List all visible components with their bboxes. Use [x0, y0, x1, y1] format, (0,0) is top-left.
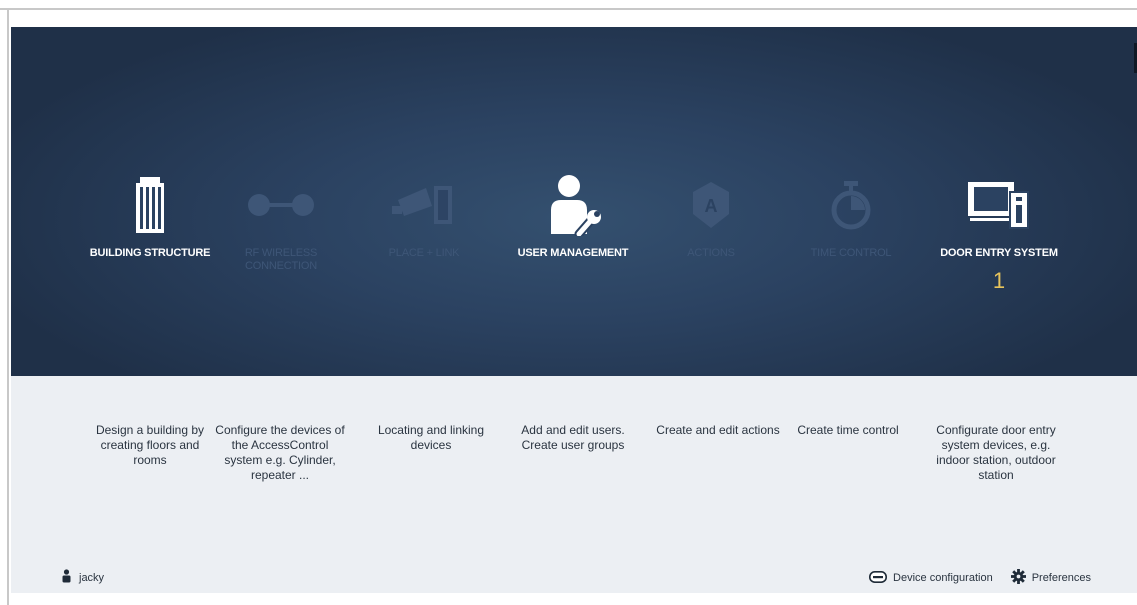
window-top-border	[0, 8, 1137, 10]
tile-door-entry-system[interactable]: DOOR ENTRY SYSTEM 1	[929, 175, 1069, 325]
description-user-management: Add and edit users. Create user groups	[521, 423, 625, 452]
tile-label: ACTIONS	[687, 247, 735, 259]
current-user[interactable]: jacky	[62, 569, 104, 586]
gear-icon	[1010, 569, 1026, 587]
description-actions: Create and edit actions	[656, 423, 780, 437]
user-icon	[62, 569, 71, 586]
building-icon	[110, 175, 190, 235]
tile-label: PLACE + LINK	[388, 247, 460, 259]
username: jacky	[79, 571, 105, 584]
module-panel: BUILDING STRUCTURE RF WIRELESS CONNECTIO…	[11, 27, 1137, 376]
device-configuration-label: Device configuration	[893, 572, 993, 584]
notification-badge: 1	[992, 268, 1006, 293]
description-door-entry-system: Configurate door entry system devices, e…	[936, 423, 1056, 482]
description-building-structure: Design a building by creating floors and…	[95, 423, 205, 467]
user-management-icon	[533, 175, 613, 236]
actions-icon: A	[671, 175, 751, 235]
rf-connection-icon	[241, 175, 321, 235]
footer-actions: Device configuration Preferences	[869, 569, 1091, 587]
window-left-border	[7, 8, 9, 605]
tile-label: BUILDING STRUCTURE	[89, 247, 211, 259]
tile-building-structure[interactable]: BUILDING STRUCTURE	[80, 175, 220, 325]
device-configuration-button[interactable]: Device configuration	[869, 570, 993, 586]
description-time-control: Create time control	[797, 423, 899, 437]
device-icon	[869, 570, 888, 586]
tile-actions: A ACTIONS	[641, 175, 781, 325]
tile-label: USER MANAGEMENT	[517, 247, 629, 259]
preferences-button[interactable]: Preferences	[1010, 569, 1091, 587]
tile-label: TIME CONTROL	[810, 247, 892, 259]
tile-label: RF WIRELESS CONNECTION	[244, 247, 318, 272]
description-place-link: Locating and linking devices	[377, 423, 485, 452]
preferences-label: Preferences	[1031, 572, 1091, 584]
stopwatch-icon	[811, 175, 891, 235]
tile-place-link: PLACE + LINK	[354, 175, 494, 325]
svg-text:A: A	[705, 196, 718, 216]
door-entry-icon	[959, 175, 1039, 235]
description-rf-wireless-connection: Configure the devices of the AccessContr…	[215, 423, 345, 482]
place-link-icon	[384, 175, 464, 235]
tile-label: DOOR ENTRY SYSTEM	[940, 247, 1058, 259]
app-container: BUILDING STRUCTURE RF WIRELESS CONNECTIO…	[11, 27, 1137, 593]
tile-rf-wireless-connection: RF WIRELESS CONNECTION	[211, 175, 351, 325]
tile-user-management[interactable]: USER MANAGEMENT	[503, 175, 643, 325]
tile-time-control: TIME CONTROL	[781, 175, 921, 325]
